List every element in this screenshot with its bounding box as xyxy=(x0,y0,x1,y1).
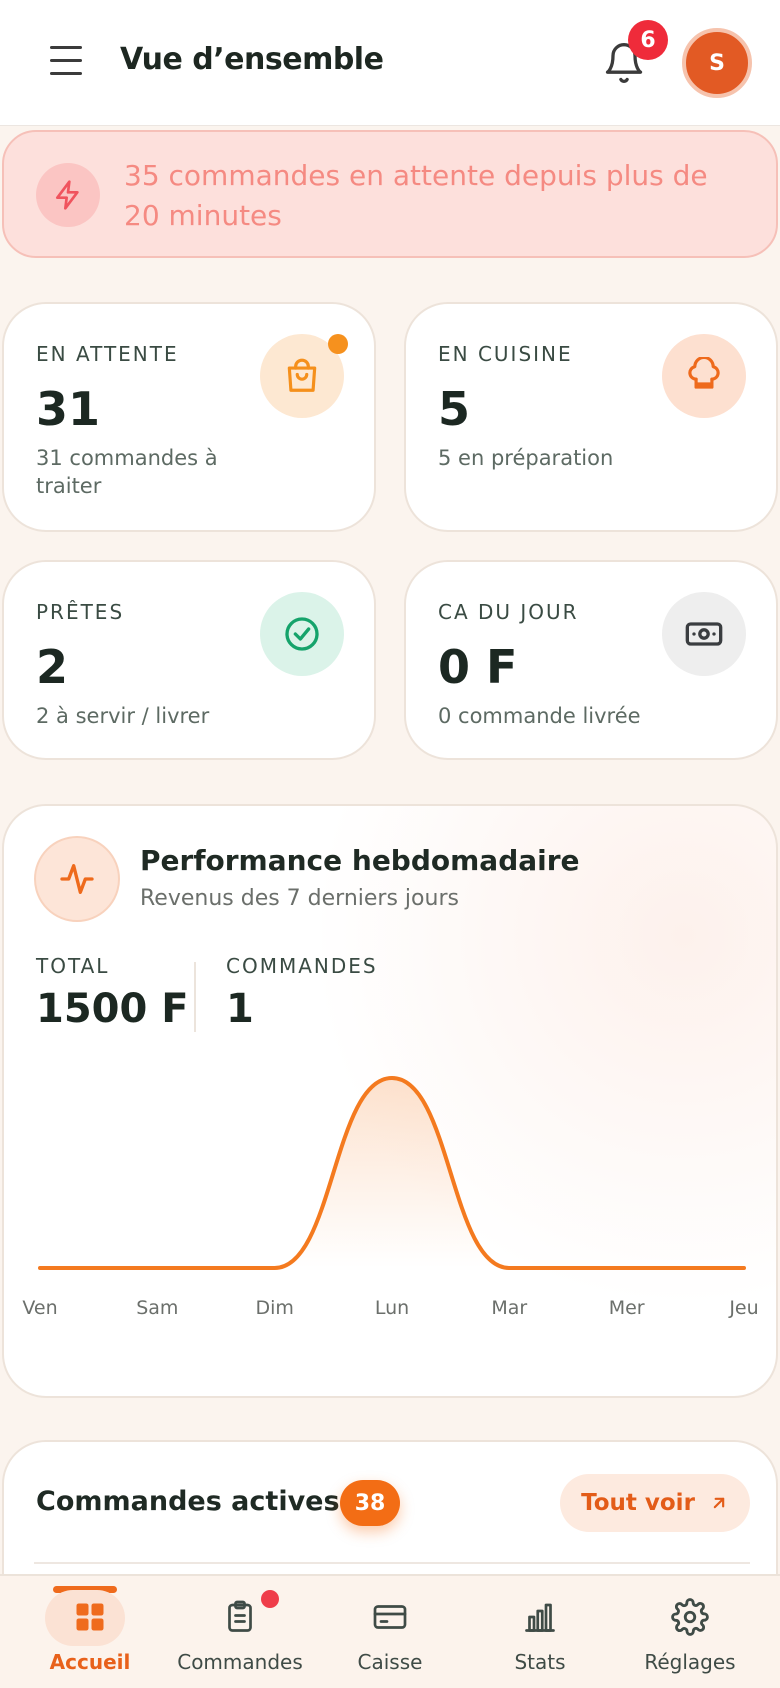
stat-subtext: 5 en préparation xyxy=(438,446,614,470)
bar-chart-icon xyxy=(515,1592,565,1642)
stat-card-pending[interactable]: EN ATTENTE 31 31 commandes à traiter xyxy=(2,302,376,532)
nav-label: Caisse xyxy=(357,1650,423,1674)
revenue-chart: Ven Sam Dim Lun Mar Mer Jeu xyxy=(22,1075,759,1319)
stat-label: EN ATTENTE xyxy=(36,342,179,366)
weekly-performance-card: Performance hebdomadaire Revenus des 7 d… xyxy=(2,804,778,1398)
see-all-label: Tout voir xyxy=(581,1490,695,1516)
stat-card-revenue[interactable]: CA DU JOUR 0 F 0 commande livrée xyxy=(404,560,778,760)
lightning-icon xyxy=(36,163,100,227)
performance-subtitle: Revenus des 7 derniers jours xyxy=(140,886,459,911)
activity-icon xyxy=(34,836,120,922)
clipboard-icon xyxy=(215,1592,265,1642)
x-tick-label: Dim xyxy=(255,1297,293,1319)
avatar[interactable]: S xyxy=(682,28,752,98)
menu-icon[interactable] xyxy=(50,46,86,80)
nav-item-stats[interactable]: Stats xyxy=(465,1576,615,1688)
total-label: TOTAL xyxy=(36,954,110,978)
pending-alert-banner[interactable]: 35 commandes en attente depuis plus de 2… xyxy=(2,130,778,258)
check-circle-icon xyxy=(260,592,344,676)
page-title: Vue d’ensemble xyxy=(120,42,384,77)
x-tick-label: Mar xyxy=(491,1297,527,1319)
stat-value: 0 F xyxy=(438,640,518,694)
nav-label: Stats xyxy=(514,1650,566,1674)
nav-item-orders[interactable]: Commandes xyxy=(165,1576,315,1688)
nav-item-home[interactable]: Accueil xyxy=(15,1576,165,1688)
nav-item-cash[interactable]: Caisse xyxy=(315,1576,465,1688)
stat-label: CA DU JOUR xyxy=(438,600,579,624)
total-value: 1500 F xyxy=(36,986,189,1032)
card-icon xyxy=(365,1592,415,1642)
stat-value: 31 xyxy=(36,382,101,436)
grid-icon xyxy=(65,1592,115,1642)
nav-label: Commandes xyxy=(177,1650,303,1674)
stat-card-ready[interactable]: PRÊTES 2 2 à servir / livrer xyxy=(2,560,376,760)
active-orders-count-badge: 38 xyxy=(340,1480,400,1526)
status-dot xyxy=(328,334,348,354)
x-tick-label: Jeu xyxy=(728,1297,758,1319)
stat-subtext: 2 à servir / livrer xyxy=(36,704,210,728)
stat-card-kitchen[interactable]: EN CUISINE 5 5 en préparation xyxy=(404,302,778,532)
stat-label: PRÊTES xyxy=(36,600,125,624)
arrow-up-right-icon xyxy=(713,1497,725,1509)
orders-label: COMMANDES xyxy=(226,954,378,978)
orders-value: 1 xyxy=(226,986,254,1032)
x-tick-label: Sam xyxy=(136,1297,178,1319)
stat-subtext: 0 commande livrée xyxy=(438,704,641,728)
x-tick-label: Mer xyxy=(609,1297,645,1319)
banknote-icon xyxy=(662,592,746,676)
notification-dot xyxy=(261,1590,279,1608)
gear-icon xyxy=(665,1592,715,1642)
nav-label: Réglages xyxy=(644,1650,736,1674)
alert-text: 35 commandes en attente depuis plus de 2… xyxy=(124,159,708,232)
nav-item-settings[interactable]: Réglages xyxy=(615,1576,765,1688)
see-all-button[interactable]: Tout voir xyxy=(560,1474,750,1532)
active-orders-title: Commandes actives xyxy=(36,1486,340,1517)
performance-title: Performance hebdomadaire xyxy=(140,844,580,877)
nav-label: Accueil xyxy=(49,1650,131,1674)
x-tick-label: Lun xyxy=(375,1297,409,1319)
bottom-nav: Accueil Commandes Caisse Stats Réglages xyxy=(0,1574,780,1688)
stat-value: 2 xyxy=(36,640,69,694)
stat-label: EN CUISINE xyxy=(438,342,573,366)
kpi-divider xyxy=(194,962,196,1032)
divider xyxy=(34,1562,750,1564)
x-tick-label: Ven xyxy=(22,1297,57,1319)
stat-subtext: 31 commandes à traiter xyxy=(36,446,218,498)
notification-badge: 6 xyxy=(628,20,668,60)
chart-area-fill xyxy=(40,1078,744,1268)
stat-value: 5 xyxy=(438,382,471,436)
chef-hat-icon xyxy=(662,334,746,418)
app-header: Vue d’ensemble 6 S xyxy=(0,0,780,126)
